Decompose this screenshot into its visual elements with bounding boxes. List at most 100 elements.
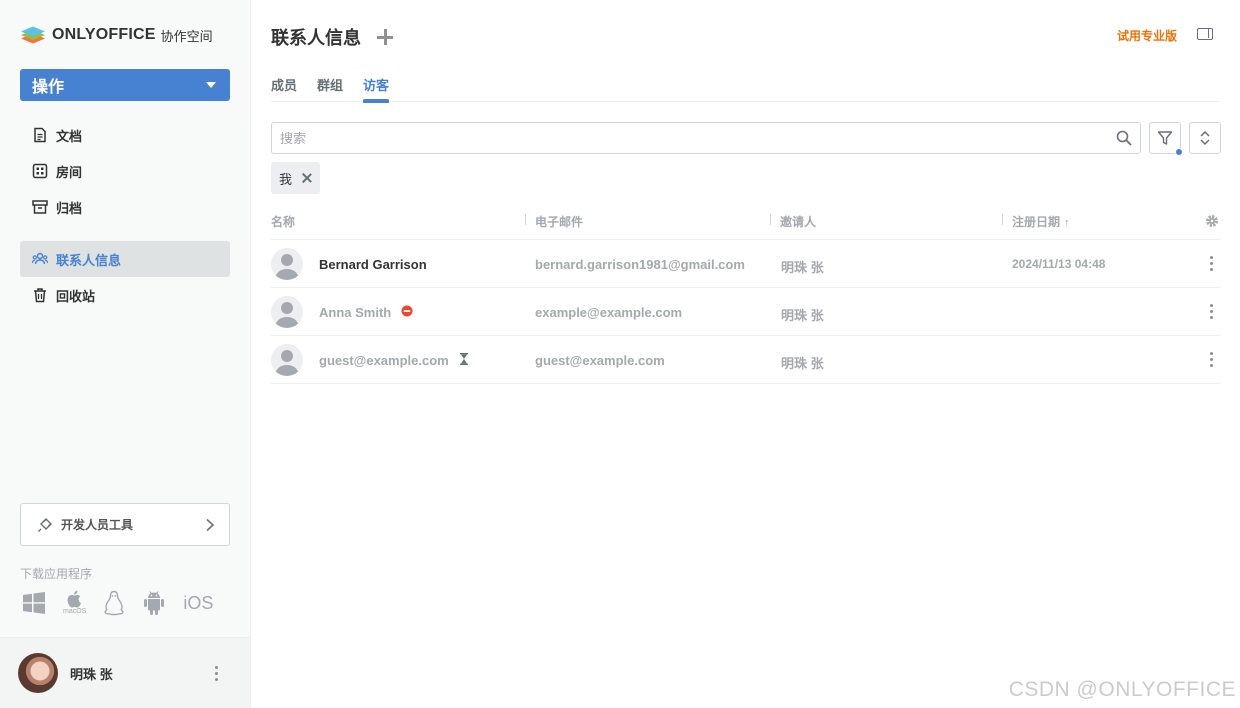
avatar[interactable] [18,653,58,693]
user-name[interactable]: guest@example.com [319,353,469,368]
avatar[interactable] [271,248,303,280]
info-panel-toggle-icon[interactable] [1197,28,1213,40]
avatar[interactable] [271,296,303,328]
user-name[interactable]: Bernard Garrison [319,257,427,272]
table-header: 名称 电子邮件 邀请人 注册日期 ↑ [271,204,1221,240]
user-name-text: guest@example.com [319,353,449,368]
sidebar-item-contacts[interactable]: 联系人信息 [20,241,230,277]
table-row[interactable]: guest@example.com guest@example.com 明珠 张 [271,336,1221,384]
sidebar-item-label: 归档 [56,200,83,216]
tab-members[interactable]: 成员 [271,75,297,102]
macos-label: macOS [63,608,87,615]
sidebar: ONLYOFFICE 协作空间 操作 文档 房间 归档 联系人信息 回收站 开发… [0,0,251,708]
more-options-icon[interactable] [1201,304,1221,319]
sidebar-item-trash[interactable]: 回收站 [20,277,230,313]
document-icon [34,127,46,143]
actions-button[interactable]: 操作 [20,69,230,101]
onlyoffice-logo-icon [20,22,46,48]
sort-icon [1200,130,1210,146]
linux-icon[interactable] [103,590,125,616]
download-apps-title: 下载应用程序 [20,567,93,581]
main-content: 联系人信息 试用专业版 成员 群组 访客 我 [271,0,1221,708]
ios-icon[interactable]: iOS [183,593,213,614]
column-header-inviter[interactable]: 邀请人 [780,213,816,230]
filter-icon [1157,131,1173,145]
more-options-icon[interactable] [206,665,226,681]
filter-button[interactable] [1149,122,1183,156]
column-header-registration-date[interactable]: 注册日期 ↑ [1012,213,1070,230]
table-row[interactable]: Bernard Garrison bernard.garrison1981@gm… [271,240,1221,288]
logo-subtitle: 协作空间 [160,28,213,44]
sidebar-item-label: 文档 [56,128,83,144]
user-placeholder-icon [275,350,299,376]
column-resize-handle[interactable] [770,214,771,225]
plug-icon [38,517,52,532]
macos-icon[interactable]: macOS [63,590,86,616]
close-icon[interactable] [302,173,312,183]
trash-icon [34,288,46,303]
ios-label: iOS [183,592,214,613]
blocked-icon [401,305,413,320]
add-icon[interactable] [377,29,393,45]
sidebar-item-label: 房间 [56,164,83,180]
search-input[interactable] [280,130,1108,146]
contacts-icon [32,252,48,265]
user-profile[interactable]: 明珠 张 [0,637,250,708]
sidebar-item-archive[interactable]: 归档 [20,189,230,225]
user-inviter: 明珠 张 [781,356,824,371]
avatar[interactable] [271,344,303,376]
filter-chip: 我 [271,162,321,194]
user-email: bernard.garrison1981@gmail.com [535,257,745,272]
sidebar-nav-top: 文档 房间 归档 [20,117,230,225]
user-inviter: 明珠 张 [781,260,824,275]
android-icon[interactable] [142,590,166,616]
pending-icon [459,353,469,368]
try-business-link[interactable]: 试用专业版 [1117,27,1177,44]
user-placeholder-icon [275,254,299,280]
chevron-right-icon [206,518,215,531]
column-header-label: 注册日期 [1012,215,1061,229]
more-options-icon[interactable] [1201,256,1221,271]
chevron-down-icon [206,82,216,88]
gear-icon[interactable] [1205,214,1219,233]
tab-guests[interactable]: 访客 [363,75,390,103]
sidebar-item-label: 联系人信息 [56,252,122,268]
watermark: CSDN @ONLYOFFICE [1008,678,1236,701]
sidebar-item-rooms[interactable]: 房间 [20,153,230,189]
page-title: 联系人信息 [271,28,361,48]
developer-tools-button[interactable]: 开发人员工具 [20,503,230,546]
column-header-email[interactable]: 电子邮件 [535,213,583,230]
sidebar-item-documents[interactable]: 文档 [20,117,230,153]
search-box [271,122,1141,154]
more-options-icon[interactable] [1201,352,1221,367]
user-email: guest@example.com [535,353,665,368]
user-name-text: Anna Smith [319,305,392,320]
user-name[interactable]: Anna Smith [319,305,413,320]
app-root: ONLYOFFICE 协作空间 操作 文档 房间 归档 联系人信息 回收站 开发… [0,0,1240,708]
sort-button[interactable] [1189,122,1221,154]
profile-name: 明珠 张 [70,666,113,682]
contacts-table: 名称 电子邮件 邀请人 注册日期 ↑ Bernard Garrison bern… [271,204,1221,384]
developer-tools-label: 开发人员工具 [61,518,134,532]
logo-text: ONLYOFFICE [52,26,156,43]
tabs: 成员 群组 访客 [271,75,1221,103]
column-resize-handle[interactable] [1002,214,1003,225]
table-row[interactable]: Anna Smith example@example.com 明珠 张 [271,288,1221,336]
user-placeholder-icon [275,302,299,328]
rooms-icon [32,163,48,179]
logo[interactable]: ONLYOFFICE 协作空间 [20,22,213,48]
sort-ascending-icon: ↑ [1064,217,1070,229]
windows-icon[interactable] [22,591,46,615]
column-resize-handle[interactable] [525,214,526,225]
filter-chip-label: 我 [279,171,293,187]
tab-groups[interactable]: 群组 [317,75,343,102]
search-icon[interactable] [1108,130,1140,146]
sidebar-nav-bottom: 联系人信息 回收站 [20,241,230,313]
download-apps-list: macOS iOS [22,590,230,616]
user-email: example@example.com [535,305,683,320]
user-registration-date: 2024/11/13 04:48 [1012,257,1106,271]
column-header-name[interactable]: 名称 [271,213,295,230]
filter-active-indicator [1175,148,1183,156]
actions-label: 操作 [32,79,65,96]
sidebar-item-label: 回收站 [56,288,96,304]
